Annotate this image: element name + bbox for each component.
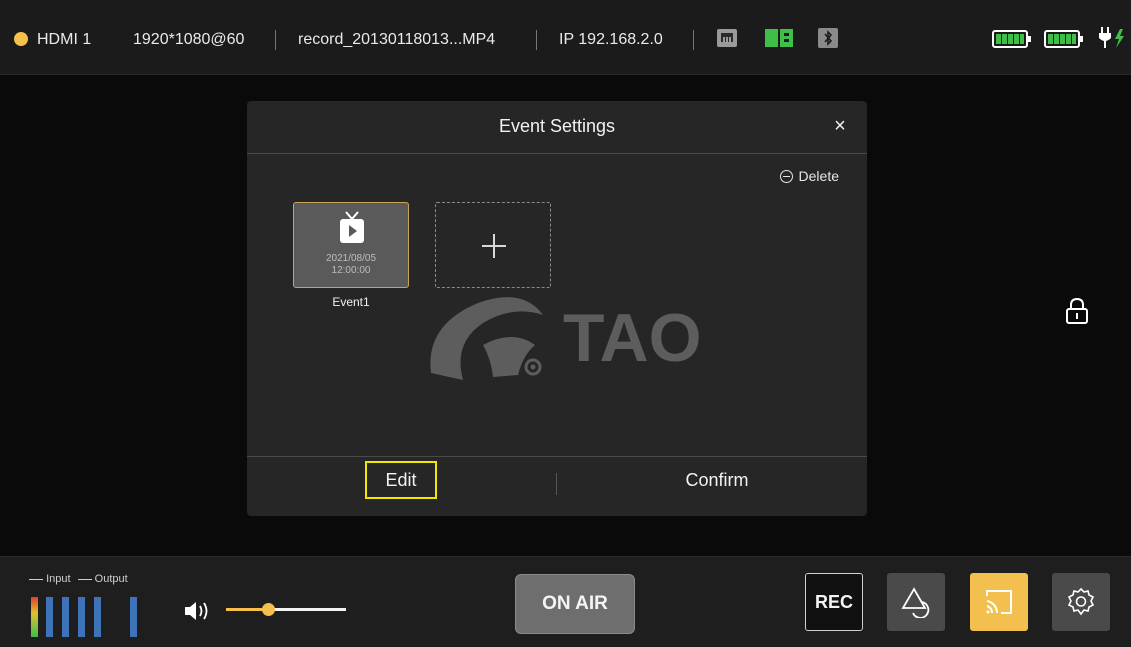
ip-address: IP 192.168.2.0 [559,31,663,48]
shapes-button[interactable] [887,573,945,631]
bottom-control-bar: Input Output ON AIR REC [0,556,1131,647]
input-source: HDMI 1 [37,31,92,48]
cast-icon [986,590,1012,614]
battery-icon [992,29,1032,54]
ethernet-icon [716,28,738,53]
delete-button[interactable]: Delete [779,168,839,184]
power-plug-icon [1097,26,1127,55]
gear-icon [1067,587,1095,616]
add-event-button[interactable] [435,202,551,288]
rec-button[interactable]: REC [805,573,863,631]
divider [536,30,537,50]
input-meter [46,597,53,637]
cast-button[interactable] [970,573,1028,631]
battery-icon [1044,29,1084,54]
triangle-circle-icon [901,587,930,618]
status-bar: HDMI 1 1920*1080@60 record_20130118013..… [0,0,1131,75]
divider [556,473,557,495]
input-meter [62,597,69,637]
volume-slider[interactable] [226,603,346,616]
tao-watermark-logo: TAO [430,297,702,380]
source-status-dot [14,32,28,46]
event-name: Event1 [332,295,370,309]
event-card[interactable]: 2021/08/05 12:00:00 [293,202,409,288]
volume-knob[interactable] [262,603,275,616]
event-settings-dialog: Event Settings × Delete 2021/08/05 12:00… [247,101,867,516]
divider [275,30,276,50]
delete-label: Delete [798,168,839,184]
event-time: 12:00:00 [331,265,371,276]
divider [247,153,867,154]
event-datetime: 2021/08/05 12:00:00 [294,253,408,277]
on-air-button[interactable]: ON AIR [515,574,635,634]
tv-play-icon [340,211,364,243]
input-meter [31,597,38,637]
lock-icon[interactable] [1066,297,1088,330]
close-icon[interactable]: × [829,115,851,137]
resolution-label: 1920*1080@60 [133,31,245,48]
speaker-icon[interactable] [183,600,211,627]
bluetooth-icon [818,28,838,53]
settings-button[interactable] [1052,573,1110,631]
event-date: 2021/08/05 [325,253,377,264]
sd-card-icon [764,28,794,53]
record-filename: record_20130118013...MP4 [298,31,496,48]
output-meter [130,597,137,637]
minus-circle-icon [779,169,793,183]
input-meter [94,597,101,637]
meter-legend: Input Output [29,573,128,585]
edit-button[interactable]: Edit [365,461,437,499]
dialog-title: Event Settings [498,116,616,136]
watermark-text: TAO [563,300,702,376]
divider [247,456,867,457]
legend-input: Input [46,573,71,585]
confirm-button[interactable]: Confirm [657,461,777,499]
divider [693,30,694,50]
input-meter [78,597,85,637]
legend-output: Output [94,573,128,585]
